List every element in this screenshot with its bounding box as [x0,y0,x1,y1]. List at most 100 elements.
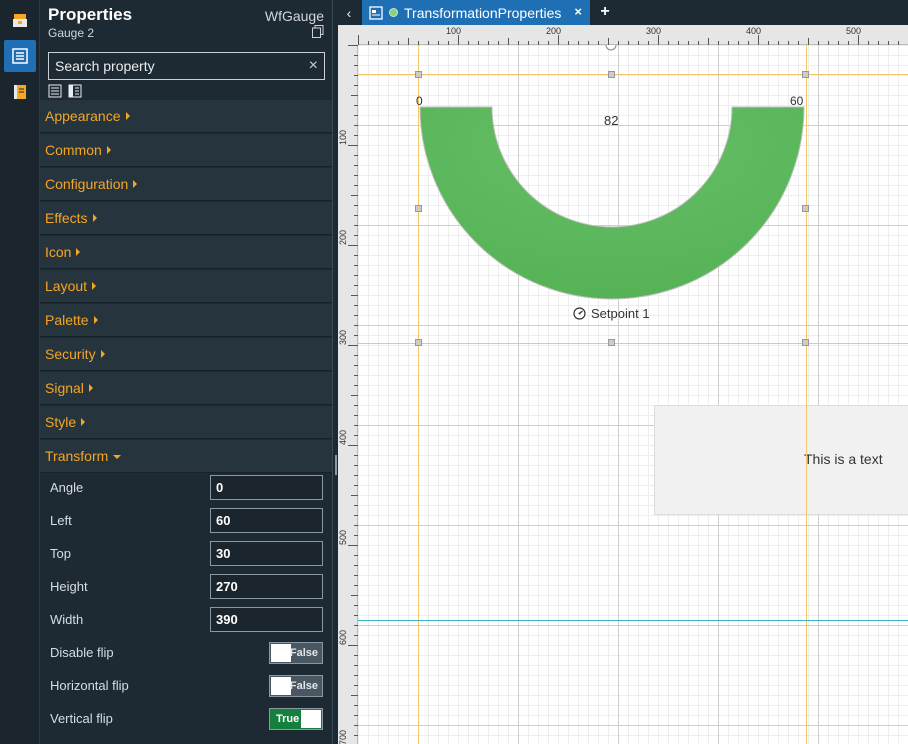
list-view-icon[interactable] [48,84,62,98]
category-common[interactable]: Common [40,134,332,167]
text-element[interactable]: This is a text [654,405,908,515]
panel-title: Properties [48,5,133,24]
prop-label: Angle [50,480,84,495]
category-security[interactable]: Security [40,338,332,371]
prop-angle: Angle [40,472,332,505]
caret-right-icon [76,248,81,256]
close-icon[interactable]: × [574,4,582,19]
properties-panel: Properties Gauge 2 WfGauge × Appearance … [40,0,333,744]
toolbox-button[interactable] [4,4,36,36]
add-tab-button[interactable]: + [594,1,616,23]
book-icon [14,85,26,99]
category-label: Style [45,414,77,430]
ruler-label: 200 [546,26,562,36]
ruler-label: 500 [846,26,862,36]
text-element-label: This is a text [804,451,883,467]
category-label: Configuration [45,176,129,192]
back-button[interactable]: ‹ [338,0,360,25]
category-transform[interactable]: Transform [40,440,332,473]
caret-right-icon [133,180,138,188]
gauge-value-label: 82 [604,113,619,128]
resize-handle[interactable] [415,339,422,346]
resize-handle[interactable] [802,205,809,212]
category-label: Effects [45,210,88,226]
ruler-label: 700 [338,729,348,744]
caret-right-icon [106,146,111,154]
caret-down-icon [113,455,122,459]
vertical-flip-toggle[interactable]: True [269,708,323,730]
toggle-state: False [289,680,318,692]
clear-icon[interactable]: × [309,57,318,75]
category-label: Palette [45,312,89,328]
category-view-icon[interactable] [68,84,82,98]
splitter-handle[interactable] [335,455,337,475]
category-appearance[interactable]: Appearance [40,100,332,133]
prop-label: Width [50,612,84,627]
gauge-min-label: 0 [416,94,423,108]
panel-subtitle: Gauge 2 [48,26,95,40]
left-field[interactable] [210,508,323,533]
prop-top: Top [40,538,332,571]
tab-label: TransformationProperties [404,4,562,21]
search-box: × [48,52,325,80]
toggle-knob [271,644,291,662]
category-configuration[interactable]: Configuration [40,168,332,201]
ruler-vertical: 100 200 300 400 500 600 700 [338,45,358,744]
caret-right-icon [81,418,86,426]
tab-bar: ‹ TransformationProperties × + [338,0,908,25]
panel-object-type: WfGauge [264,8,324,24]
top-field[interactable] [210,541,323,566]
angle-field[interactable] [210,475,323,500]
documentation-button[interactable] [4,76,36,108]
category-label: Icon [45,244,72,260]
search-input[interactable] [55,58,309,74]
prop-label: Left [50,513,72,528]
resize-handle[interactable] [415,205,422,212]
toggle-knob [301,710,321,728]
properties-button[interactable] [4,40,36,72]
resize-handle[interactable] [802,71,809,78]
caret-right-icon [92,282,97,290]
design-canvas[interactable]: This is a text 0 60 82 Setpoint 1 100 20… [338,25,908,744]
caret-right-icon [88,384,93,392]
prop-label: Horizontal flip [50,678,129,693]
ruler-label: 500 [338,529,348,545]
ruler-label: 100 [338,129,348,145]
prop-vertical-flip: Vertical flip True [40,703,332,736]
prop-horizontal-flip: Horizontal flip False [40,670,332,703]
resize-handle[interactable] [608,71,615,78]
resize-handle[interactable] [802,339,809,346]
copy-icon [312,25,324,38]
prop-disable-flip: Disable flip False [40,637,332,670]
prop-label: Height [50,579,88,594]
caret-right-icon [125,112,130,120]
tab-transformation-properties[interactable]: TransformationProperties × [362,0,590,25]
height-field[interactable] [210,574,323,599]
horizontal-flip-toggle[interactable]: False [269,675,323,697]
category-effects[interactable]: Effects [40,202,332,235]
setpoint-label: Setpoint 1 [591,306,650,321]
ruler-horizontal: 100 200 300 400 500 [358,25,908,45]
chevron-left-icon: ‹ [346,4,352,21]
properties-icon [12,48,28,64]
category-label: Transform [45,448,109,464]
width-field[interactable] [210,607,323,632]
category-icon[interactable]: Icon [40,236,332,269]
view-toggles [48,84,82,98]
prop-width: Width [40,604,332,637]
resize-handle[interactable] [608,339,615,346]
toggle-knob [271,677,291,695]
toggle-state: False [289,647,318,659]
ruler-label: 300 [646,26,662,36]
category-label: Signal [45,380,84,396]
gauge-max-label: 60 [790,94,804,108]
resize-handle[interactable] [415,71,422,78]
ruler-ticks [358,35,899,45]
category-layout[interactable]: Layout [40,270,332,303]
copy-button[interactable] [312,25,324,43]
category-style[interactable]: Style [40,406,332,439]
page-icon [369,5,383,20]
disable-flip-toggle[interactable]: False [269,642,323,664]
category-signal[interactable]: Signal [40,372,332,405]
category-palette[interactable]: Palette [40,304,332,337]
